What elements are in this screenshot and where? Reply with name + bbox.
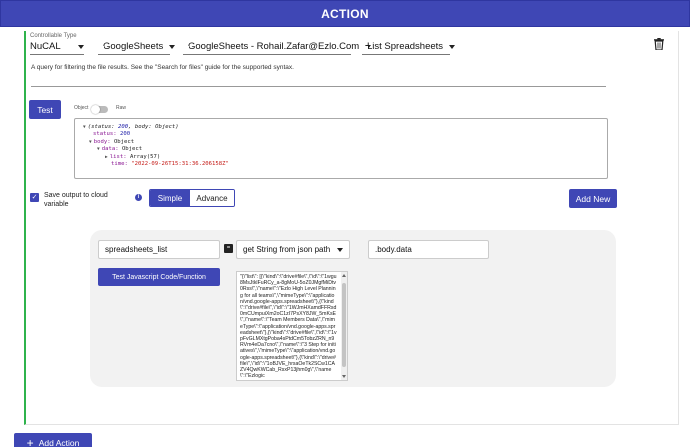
test-button[interactable]: Test — [29, 100, 61, 119]
scroll-down-arrow-icon[interactable] — [342, 375, 346, 378]
chevron-down-icon — [169, 44, 176, 49]
method-value: List Spreadsheets — [367, 41, 444, 52]
query-input[interactable] — [31, 86, 606, 87]
advance-mode-label: Advance — [196, 193, 228, 203]
scroll-up-arrow-icon[interactable] — [342, 274, 346, 277]
result-list-line[interactable]: ▶ list: Array(57) — [83, 154, 599, 161]
result-root-line[interactable]: ▼ (status: 200, body: Object) — [83, 124, 599, 131]
result-data-key: data: — [101, 146, 119, 153]
result-list-value: Array(57) — [129, 153, 161, 160]
toggle-raw-label: Raw — [116, 105, 127, 111]
transform-value: get String from json path — [243, 245, 331, 254]
result-data-line[interactable]: ▼ data: Object — [83, 146, 599, 153]
account-value: GoogleSheets - Rohail.Zafar@Ezlo.Com — [188, 41, 360, 52]
expand-triangle-icon: ▼ — [89, 139, 92, 145]
mode-segmented-control: Simple Advance — [149, 189, 235, 207]
json-path-input[interactable]: .body.data — [368, 240, 489, 259]
account-select[interactable]: GoogleSheets - Rohail.Zafar@Ezlo.Com — [183, 39, 372, 55]
add-new-button[interactable]: Add New — [569, 189, 617, 208]
header-title: ACTION — [321, 7, 369, 21]
result-status-value: 200 — [119, 131, 131, 138]
result-body-value: Object — [113, 138, 135, 145]
result-time-value: "2022-09-26T15:31:36.206158Z" — [131, 161, 229, 168]
result-root-body: Object) — [155, 124, 179, 130]
collapse-triangle-icon: ▶ — [105, 154, 108, 160]
plus-icon: + — [26, 435, 34, 447]
service-value: GoogleSheets — [103, 41, 164, 52]
service-select[interactable]: GoogleSheets — [98, 39, 176, 55]
variable-name-value: spreadsheets_list — [105, 245, 168, 254]
json-preview-scroll-thumb[interactable] — [342, 283, 346, 367]
save-output-checkbox[interactable]: ✓ — [30, 193, 39, 202]
chevron-down-icon — [78, 44, 84, 49]
result-status-key: status: — [93, 131, 117, 138]
result-root-mid: , body: — [128, 124, 156, 130]
add-action-label: Add Action — [38, 437, 80, 447]
test-result-panel: ▼ (status: 200, body: Object) status: 200… — [74, 118, 608, 179]
chevron-down-icon — [337, 247, 343, 252]
result-root-status: 200 — [118, 124, 129, 130]
controllable-type-value: NuCAL — [30, 41, 61, 52]
expand-triangle-icon: ▼ — [83, 125, 86, 130]
info-icon[interactable]: i — [135, 194, 142, 201]
controllable-type-select[interactable]: NuCAL — [30, 39, 84, 55]
simple-mode-label: Simple — [157, 193, 183, 203]
test-button-label: Test — [37, 104, 53, 115]
add-action-button[interactable]: + Add Action — [14, 433, 92, 447]
equals-icon: = — [224, 244, 233, 253]
json-preview-textarea[interactable]: "{\"list\": [{\"kind\":\"drive#file\",\"… — [236, 271, 348, 381]
add-new-label: Add New — [575, 193, 611, 204]
object-raw-toggle[interactable] — [91, 105, 108, 114]
chevron-down-icon — [449, 44, 456, 49]
toggle-object-label: Object — [74, 105, 89, 111]
variable-name-input[interactable]: spreadsheets_list — [98, 240, 220, 259]
json-path-value: .body.data — [375, 245, 412, 254]
result-root-text: (status: — [87, 124, 119, 130]
equals-symbol: = — [226, 245, 231, 251]
checkmark-icon: ✓ — [31, 194, 38, 201]
result-body-line[interactable]: ▼ body: Object — [83, 139, 599, 146]
result-list-key: list: — [109, 153, 127, 160]
save-output-label: Save output to cloud variable — [44, 192, 108, 208]
expand-triangle-icon: ▼ — [97, 147, 100, 153]
method-select[interactable]: List Spreadsheets — [362, 39, 456, 55]
advance-mode-button[interactable]: Advance — [190, 190, 234, 206]
action-header: ACTION — [0, 0, 690, 27]
simple-mode-button[interactable]: Simple — [150, 190, 190, 206]
test-javascript-label: Test Javascript Code/Function — [112, 273, 206, 281]
result-status-line: status: 200 — [83, 131, 599, 138]
trash-icon[interactable] — [654, 38, 664, 50]
result-time-line: time: "2022-09-26T15:31:36.206158Z" — [83, 161, 599, 168]
json-preview-text: "{\"list\": [{\"kind\":\"drive#file\",\"… — [240, 274, 337, 380]
result-data-value: Object — [121, 146, 143, 153]
transform-select[interactable]: get String from json path — [236, 240, 350, 259]
result-time-key: time: — [111, 161, 128, 168]
query-description: A query for filtering the file results. … — [31, 64, 294, 71]
test-javascript-button[interactable]: Test Javascript Code/Function — [98, 268, 220, 286]
result-body-key: body: — [93, 138, 111, 145]
